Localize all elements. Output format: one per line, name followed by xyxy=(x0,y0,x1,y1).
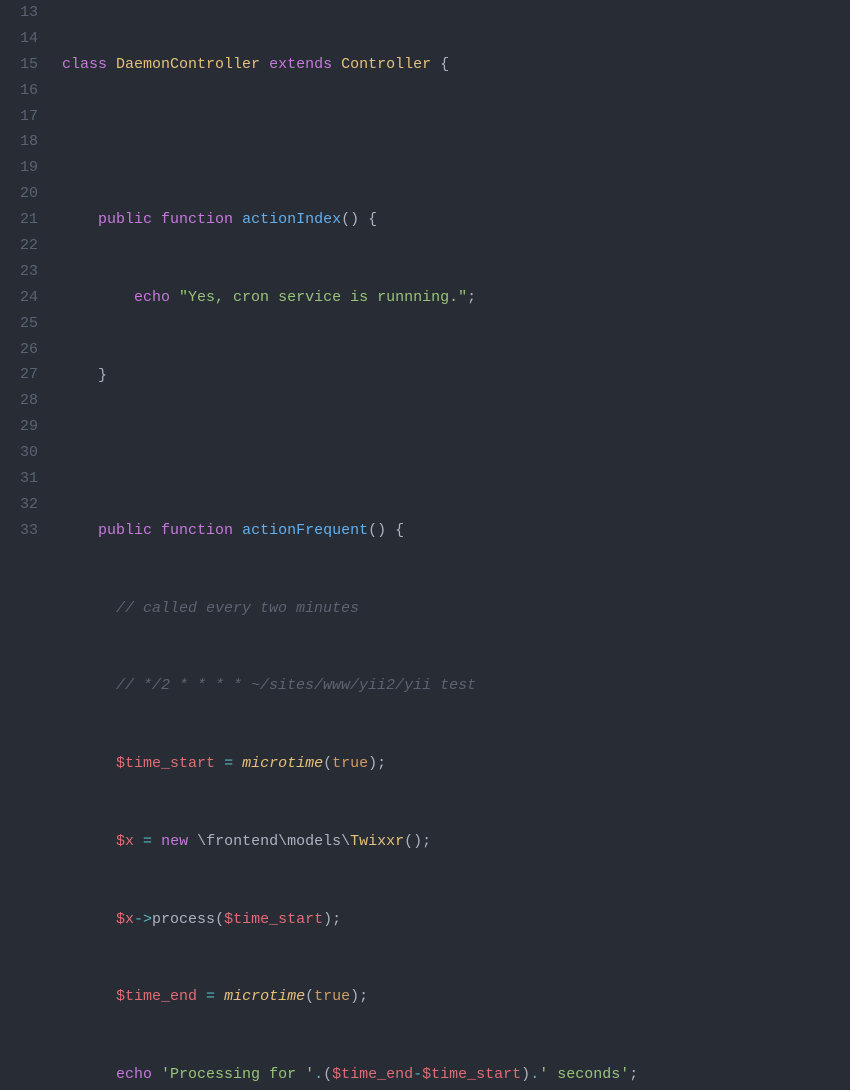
code-line[interactable]: $time_end = microtime(true); xyxy=(62,984,850,1010)
keyword-echo: echo xyxy=(134,289,170,306)
bool: true xyxy=(332,755,368,772)
class-name: Twixxr xyxy=(350,833,404,850)
line-number: 21 xyxy=(0,207,38,233)
brace: { xyxy=(440,56,449,73)
code-content[interactable]: class DaemonController extends Controlle… xyxy=(48,0,850,545)
line-number: 28 xyxy=(0,388,38,414)
arrow: -> xyxy=(134,911,152,928)
variable: $time_end xyxy=(116,988,197,1005)
line-number: 20 xyxy=(0,181,38,207)
line-number: 18 xyxy=(0,129,38,155)
code-line[interactable]: $time_start = microtime(true); xyxy=(62,751,850,777)
operator: = xyxy=(143,833,152,850)
brace: { xyxy=(395,522,404,539)
paren: ) xyxy=(368,755,377,772)
code-line[interactable]: echo "Yes, cron service is runnning."; xyxy=(62,285,850,311)
namespace: \frontend\models\ xyxy=(197,833,350,850)
keyword-public: public xyxy=(98,522,152,539)
code-line[interactable]: } xyxy=(62,363,850,389)
operator: = xyxy=(224,755,233,772)
brace: { xyxy=(368,211,377,228)
function-name: actionIndex xyxy=(242,211,341,228)
line-number: 32 xyxy=(0,492,38,518)
line-number: 30 xyxy=(0,440,38,466)
code-line[interactable]: $x = new \frontend\models\Twixxr(); xyxy=(62,829,850,855)
semicolon: ; xyxy=(467,289,476,306)
paren: ) xyxy=(350,988,359,1005)
code-line[interactable] xyxy=(62,440,850,466)
bool: true xyxy=(314,988,350,1005)
line-number: 26 xyxy=(0,337,38,363)
line-number-gutter: 13 14 15 16 17 18 19 20 21 22 23 24 25 2… xyxy=(0,0,48,545)
code-line[interactable]: public function actionFrequent() { xyxy=(62,518,850,544)
function-name: actionFrequent xyxy=(242,522,368,539)
code-line[interactable]: // */2 * * * * ~/sites/www/yii2/yii test xyxy=(62,673,850,699)
semicolon: ; xyxy=(629,1066,638,1083)
variable: $time_start xyxy=(224,911,323,928)
parens: () xyxy=(368,522,386,539)
variable: $time_start xyxy=(422,1066,521,1083)
variable: $time_end xyxy=(332,1066,413,1083)
line-number: 29 xyxy=(0,414,38,440)
code-line[interactable]: public function actionIndex() { xyxy=(62,207,850,233)
line-number: 17 xyxy=(0,104,38,130)
paren: ( xyxy=(323,755,332,772)
code-editor: 13 14 15 16 17 18 19 20 21 22 23 24 25 2… xyxy=(0,0,850,545)
line-number: 13 xyxy=(0,0,38,26)
paren: ( xyxy=(215,911,224,928)
line-number: 15 xyxy=(0,52,38,78)
keyword-new: new xyxy=(161,833,188,850)
paren: ( xyxy=(305,988,314,1005)
variable: $time_start xyxy=(116,755,215,772)
comment: // */2 * * * * ~/sites/www/yii2/yii test xyxy=(116,677,476,694)
line-number: 16 xyxy=(0,78,38,104)
parens: () xyxy=(341,211,359,228)
line-number: 19 xyxy=(0,155,38,181)
operator: . xyxy=(530,1066,539,1083)
string-literal: ' seconds' xyxy=(539,1066,629,1083)
base-class: Controller xyxy=(341,56,431,73)
semicolon: ; xyxy=(377,755,386,772)
line-number: 31 xyxy=(0,466,38,492)
line-number: 25 xyxy=(0,311,38,337)
semicolon: ; xyxy=(422,833,431,850)
method-call: process xyxy=(152,911,215,928)
function-call: microtime xyxy=(242,755,323,772)
code-line[interactable]: $x->process($time_start); xyxy=(62,907,850,933)
variable: $x xyxy=(116,911,134,928)
keyword-class: class xyxy=(62,56,107,73)
line-number: 22 xyxy=(0,233,38,259)
parens: () xyxy=(404,833,422,850)
keyword-extends: extends xyxy=(269,56,332,73)
code-line[interactable]: echo 'Processing for '.($time_end-$time_… xyxy=(62,1062,850,1088)
code-line[interactable] xyxy=(62,130,850,156)
string-literal: "Yes, cron service is runnning." xyxy=(179,289,467,306)
line-number: 24 xyxy=(0,285,38,311)
keyword-function: function xyxy=(161,522,233,539)
line-number: 14 xyxy=(0,26,38,52)
comment: // called every two minutes xyxy=(116,600,359,617)
class-name: DaemonController xyxy=(116,56,260,73)
keyword-echo: echo xyxy=(116,1066,152,1083)
code-line[interactable]: // called every two minutes xyxy=(62,596,850,622)
line-number: 23 xyxy=(0,259,38,285)
line-number: 27 xyxy=(0,362,38,388)
paren: ) xyxy=(521,1066,530,1083)
variable: $x xyxy=(116,833,134,850)
brace: } xyxy=(98,367,107,384)
function-call: microtime xyxy=(224,988,305,1005)
semicolon: ; xyxy=(359,988,368,1005)
keyword-function: function xyxy=(161,211,233,228)
paren: ( xyxy=(323,1066,332,1083)
operator: = xyxy=(206,988,215,1005)
semicolon: ; xyxy=(332,911,341,928)
paren: ) xyxy=(323,911,332,928)
keyword-public: public xyxy=(98,211,152,228)
operator: . xyxy=(314,1066,323,1083)
operator: - xyxy=(413,1066,422,1083)
string-literal: 'Processing for ' xyxy=(161,1066,314,1083)
line-number: 33 xyxy=(0,518,38,544)
code-line[interactable]: class DaemonController extends Controlle… xyxy=(62,52,850,78)
